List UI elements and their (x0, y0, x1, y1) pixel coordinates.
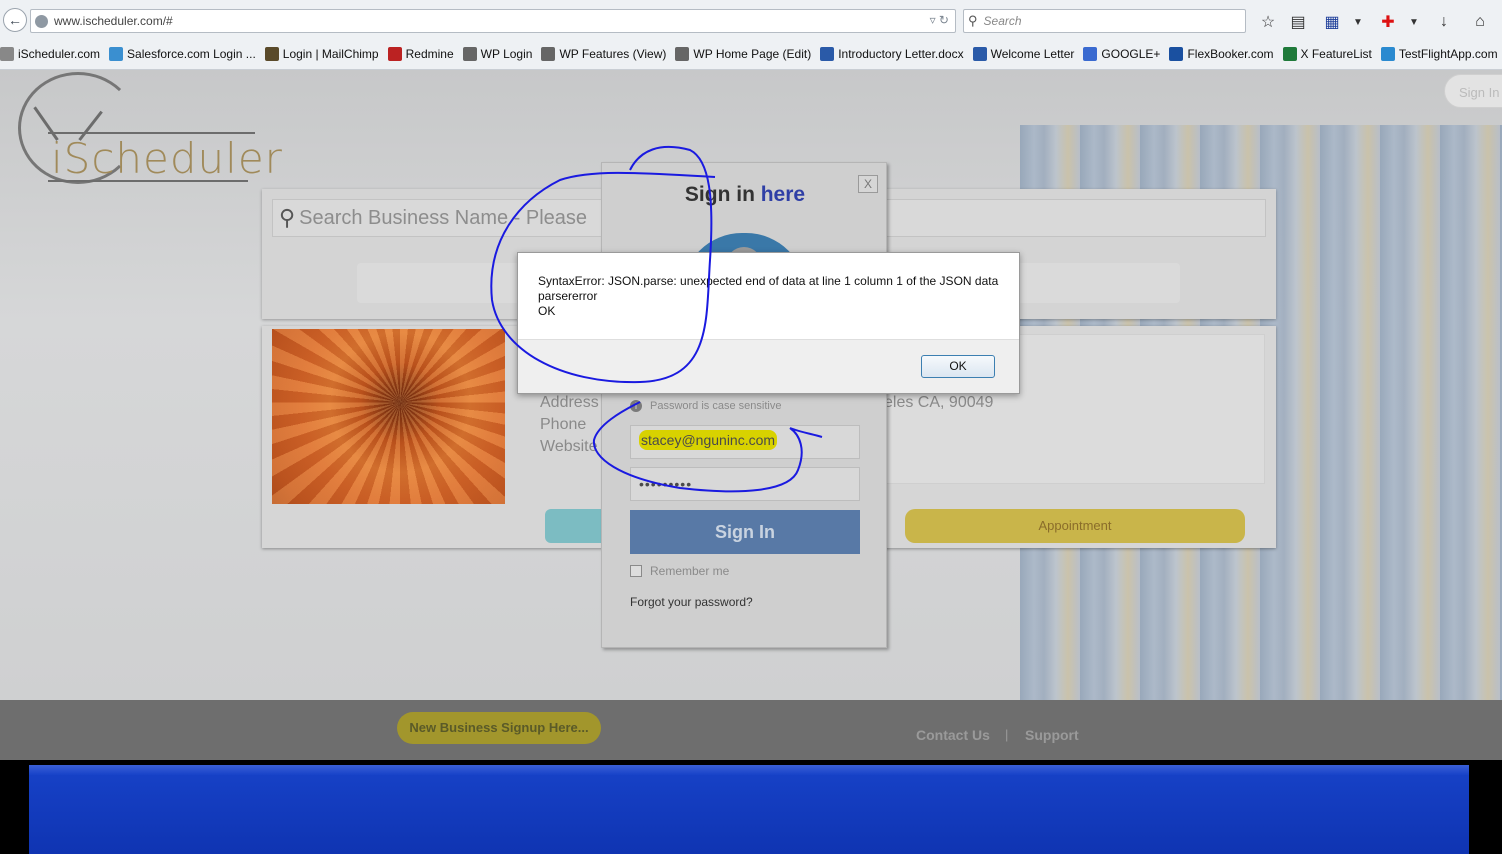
alert-line: OK (538, 304, 556, 318)
login-title-here: here (760, 183, 806, 206)
new-business-signup-button[interactable]: New Business Signup Here... (397, 712, 601, 744)
addon-icon[interactable]: ✚ (1377, 11, 1399, 33)
word-icon (972, 47, 987, 61)
save-icon[interactable]: ▦ (1321, 11, 1343, 33)
bookmark-label: TestFlightApp.com (1398, 47, 1498, 61)
bookmark-item[interactable]: X FeatureList (1282, 47, 1372, 61)
password-field[interactable]: ••••••••• (630, 467, 860, 501)
support-link[interactable]: Support (1025, 727, 1079, 743)
bookmark-item[interactable]: GOOGLE+ (1083, 47, 1160, 61)
alert-line: SyntaxError: JSON.parse: unexpected end … (538, 274, 999, 288)
bookmark-label: WP Features (View) (559, 47, 667, 61)
bookmark-label: X FeatureList (1300, 47, 1372, 61)
business-photo (272, 329, 505, 504)
address-value: eles CA, 90049 (884, 394, 994, 411)
bookmark-item[interactable]: Introductory Letter.docx (820, 47, 964, 61)
website-label: Website (540, 438, 598, 455)
bookmark-item[interactable]: WP Features (View) (541, 47, 666, 61)
bookmark-item[interactable]: Login | MailChimp (264, 47, 379, 61)
navigation-toolbar: ← www.ischeduler.com/# ▿ ↻ ⚲ Search ☆ ▤ … (0, 6, 1502, 36)
remember-label: Remember me (650, 564, 730, 578)
cloud-icon (109, 47, 124, 61)
chevron-down-icon[interactable]: ▼ (1403, 11, 1425, 33)
bookmark-item[interactable]: Welcome Letter (972, 47, 1075, 61)
search-icon: ⚲ (279, 205, 296, 230)
login-modal: X Sign in here i Password is case sensit… (601, 162, 887, 648)
bookmark-item[interactable]: WP Home Page (Edit) (675, 47, 811, 61)
reading-list-icon[interactable]: ▤ (1287, 11, 1309, 33)
address-label: Address (540, 394, 599, 411)
ok-button[interactable]: OK (921, 355, 995, 378)
redmine-icon (387, 47, 402, 61)
bookmark-label: iScheduler.com (18, 47, 101, 61)
mailchimp-icon (264, 47, 279, 61)
alert-line: parsererror (538, 289, 598, 303)
bookmark-item[interactable]: TestFlightApp.com (1380, 47, 1498, 61)
download-icon[interactable]: ↓ (1433, 11, 1455, 33)
bookmark-item[interactable]: WP Login (462, 47, 533, 61)
google-plus-icon (1083, 47, 1098, 61)
email-value: stacey@nguninc.com (639, 430, 778, 450)
excel-icon (1282, 47, 1297, 61)
bookmark-label: Welcome Letter (990, 47, 1075, 61)
footer-separator: | (1005, 727, 1009, 742)
bookmark-label: Redmine (405, 47, 454, 61)
business-search-placeholder: Search Business Name - Please (299, 206, 588, 229)
bookmark-label: Salesforce.com Login ... (127, 47, 256, 61)
bookmark-item[interactable]: Salesforce.com Login ... (109, 47, 256, 61)
reload-icon[interactable]: ▿ ↻ (930, 13, 949, 27)
bookmark-label: WP Login (480, 47, 533, 61)
url-text: www.ischeduler.com/# (54, 14, 173, 28)
clock-icon (0, 47, 14, 61)
word-icon (820, 47, 835, 61)
bookmark-label: GOOGLE+ (1101, 47, 1161, 61)
home-icon[interactable]: ⌂ (1469, 11, 1491, 33)
bookmarks-toolbar: iScheduler.com Salesforce.com Login ... Lo… (0, 43, 1502, 65)
testflight-icon (1380, 47, 1395, 61)
bookmark-label: FlexBooker.com (1187, 47, 1274, 61)
back-arrow-icon[interactable]: ← (3, 8, 27, 32)
bookmark-label: Login | MailChimp (282, 47, 379, 61)
signin-button[interactable]: Sign In (630, 510, 860, 554)
wordpress-icon (462, 47, 477, 61)
site-footer: New Business Signup Here... Contact Us |… (0, 700, 1502, 760)
address-bar[interactable]: www.ischeduler.com/# ▿ ↻ (30, 9, 956, 33)
forgot-password-link[interactable]: Forgot your password? (630, 595, 753, 609)
wordpress-icon (675, 47, 690, 61)
info-icon: i (630, 400, 642, 412)
browser-search-placeholder: Search (983, 14, 1022, 28)
browser-search-input[interactable]: ⚲ Search (963, 9, 1246, 33)
bookmark-item[interactable]: iScheduler.com (0, 47, 100, 61)
chevron-down-icon[interactable]: ▼ (1347, 11, 1369, 33)
star-icon[interactable]: ☆ (1257, 11, 1279, 33)
logo-text: iScheduler (51, 134, 283, 183)
bookmark-item[interactable]: Redmine (387, 47, 454, 61)
appointment-button[interactable]: Appointment (905, 509, 1245, 543)
site-logo[interactable]: iScheduler (18, 72, 282, 187)
search-icon: ⚲ (968, 13, 978, 28)
login-title: Sign in here (602, 183, 888, 207)
globe-icon (35, 14, 48, 28)
wordpress-icon (541, 47, 556, 61)
browser-chrome: ← www.ischeduler.com/# ▿ ↻ ⚲ Search ☆ ▤ … (0, 0, 1502, 70)
password-note: i Password is case sensitive (630, 400, 781, 412)
bookmark-label: Introductory Letter.docx (838, 47, 964, 61)
remember-checkbox[interactable] (630, 565, 642, 577)
bookmark-item[interactable]: FlexBooker.com (1169, 47, 1274, 61)
bookmark-label: WP Home Page (Edit) (693, 47, 812, 61)
login-title-prefix: Sign in (684, 183, 761, 206)
email-field[interactable]: stacey@nguninc.com (630, 425, 860, 459)
flexbooker-icon (1169, 47, 1184, 61)
contact-us-link[interactable]: Contact Us (916, 727, 990, 743)
alert-footer: OK (518, 339, 1019, 393)
alert-message: SyntaxError: JSON.parse: unexpected end … (538, 274, 998, 319)
phone-label: Phone (540, 416, 587, 433)
error-alert-dialog: SyntaxError: JSON.parse: unexpected end … (517, 252, 1020, 394)
desktop-background (29, 765, 1469, 854)
password-note-text: Password is case sensitive (650, 400, 782, 412)
header-signin-button[interactable]: Sign In (1444, 74, 1502, 108)
remember-me[interactable]: Remember me (630, 564, 729, 578)
